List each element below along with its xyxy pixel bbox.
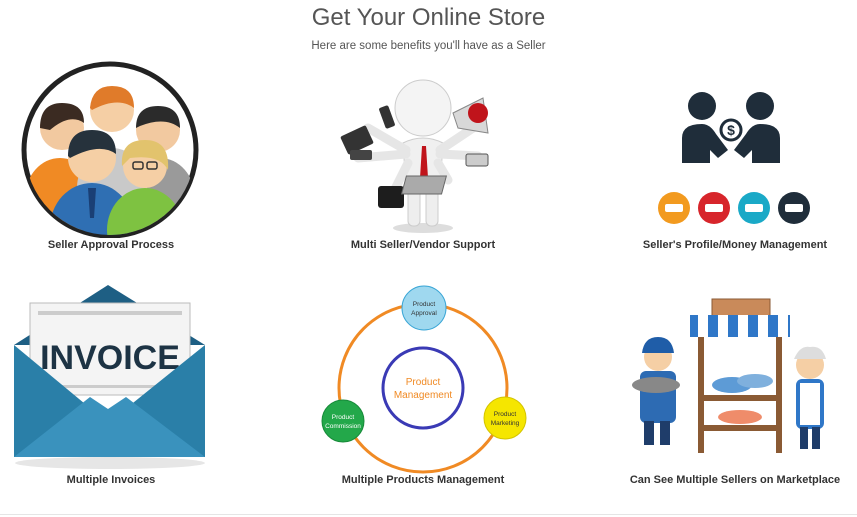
center-label-2: Management (394, 390, 453, 401)
approval-label-1: Product (413, 301, 436, 308)
svg-text:$: $ (727, 122, 735, 138)
commission-label-2: Commission (325, 423, 361, 430)
center-label-1: Product (406, 377, 441, 388)
team-icon (21, 61, 199, 238)
feature-caption: Seller Approval Process (47, 239, 175, 251)
footer-divider (0, 514, 857, 515)
invoice-envelope-icon: INVOICE (14, 285, 205, 469)
center-node (381, 346, 465, 430)
feature-caption: Seller's Profile/Money Management (642, 239, 828, 251)
feature-caption: Multi Seller/Vendor Support (350, 239, 496, 251)
approval-node (401, 285, 447, 331)
marketing-node (483, 396, 527, 440)
marketing-label-1: Product (494, 411, 517, 418)
handshake-money-icon: $ (658, 92, 810, 224)
feature-marketplace: Can See Multiple Sellers on Marketplace (610, 285, 857, 515)
page-title: Get Your Online Store (311, 4, 546, 31)
page-subtitle: Here are some benefits you'll have as a … (311, 40, 546, 52)
product-cycle-diagram: Product Management Product Approval Prod… (321, 285, 527, 474)
feature-caption: Multiple Invoices (66, 474, 156, 486)
feature-seller-approval: Seller Approval Process (0, 58, 222, 288)
approval-label-2: Approval (411, 310, 437, 317)
commission-node (321, 399, 365, 443)
invoice-label: INVOICE (40, 339, 180, 377)
feature-money-management: $ Seller's Profile/Money Management (610, 58, 857, 288)
feature-caption: Multiple Products Management (341, 474, 505, 486)
feature-caption: Can See Multiple Sellers on Marketplace (629, 474, 841, 486)
market-stall-icon (632, 298, 826, 453)
commission-label-1: Product (332, 414, 355, 421)
feature-multi-vendor: Multi Seller/Vendor Support (298, 58, 548, 288)
feature-multiple-invoices: INVOICE Multiple Invoices (0, 285, 222, 515)
marketing-label-2: Marketing (491, 420, 520, 427)
multitask-person-icon (340, 79, 489, 233)
feature-products-management: Product Management Product Approval Prod… (298, 285, 548, 515)
